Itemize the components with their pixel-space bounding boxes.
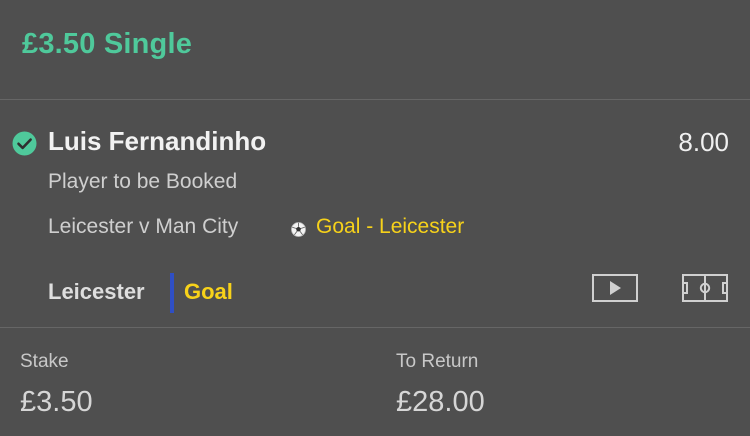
check-icon <box>12 131 37 156</box>
pitch-icon[interactable] <box>682 274 728 302</box>
soccer-ball-icon <box>291 222 306 237</box>
market-name: Player to be Booked <box>48 170 238 193</box>
event-alert: Goal - Leicester <box>316 215 465 238</box>
stake-label: Stake <box>20 351 69 372</box>
return-label: To Return <box>396 351 479 372</box>
bet-header: £3.50 Single <box>0 0 750 100</box>
team-divider <box>170 273 174 313</box>
team-label: Leicester <box>48 279 145 304</box>
selection-odds: 8.00 <box>678 127 729 157</box>
event-name[interactable]: Leicester v Man City <box>48 215 238 239</box>
match-status-label: Goal <box>184 279 233 304</box>
stake-value: £3.50 <box>20 386 93 418</box>
selection-name: Luis Fernandinho <box>48 126 267 156</box>
video-play-icon[interactable] <box>592 274 638 302</box>
bet-title: £3.50 Single <box>22 28 193 60</box>
return-value: £28.00 <box>396 386 485 418</box>
